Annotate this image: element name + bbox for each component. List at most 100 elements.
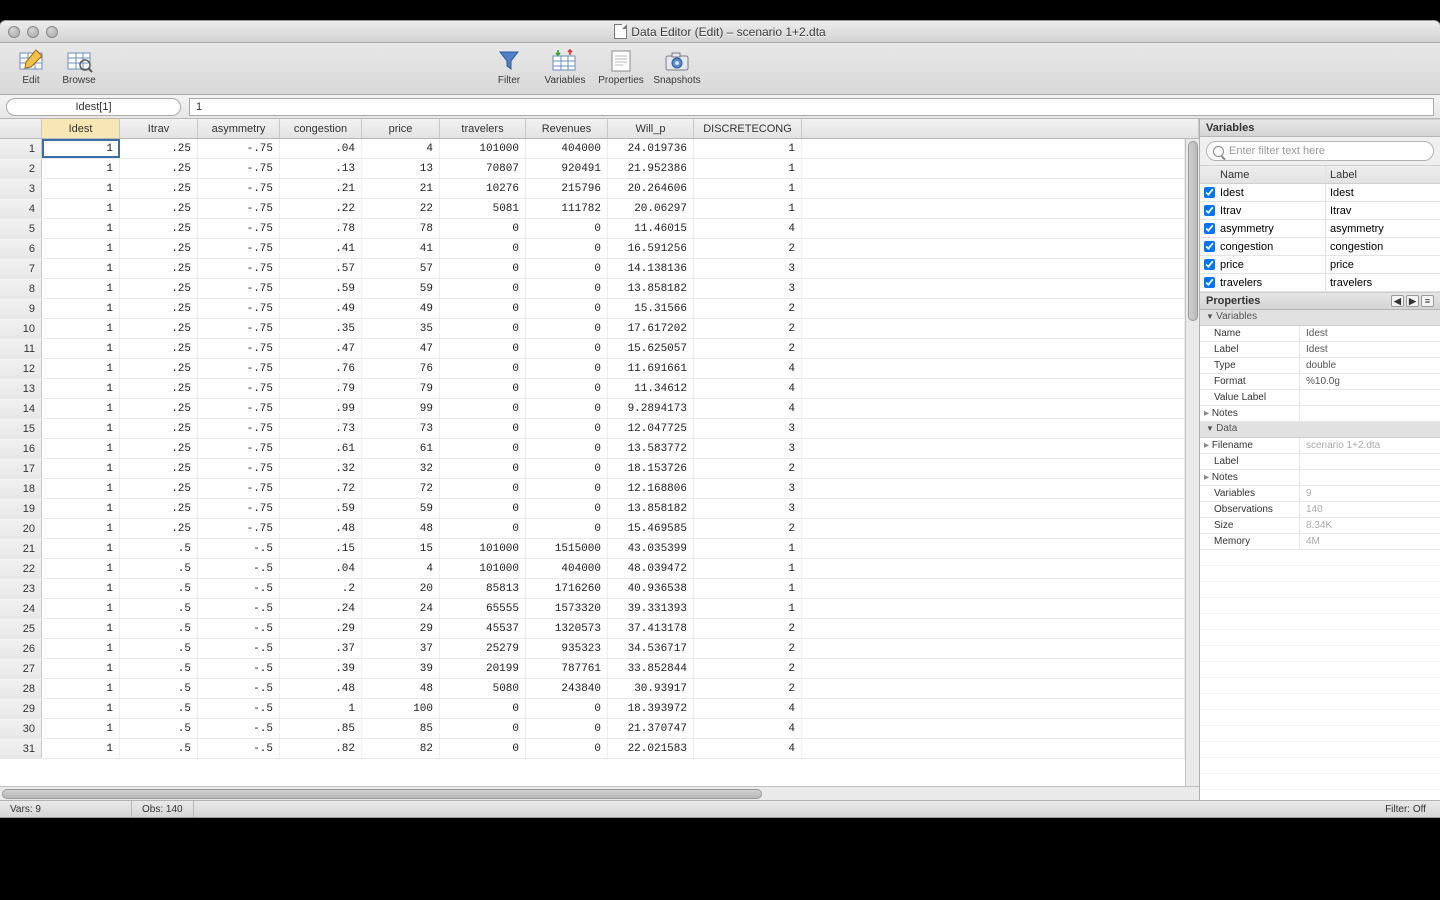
cell[interactable]: 1 bbox=[42, 499, 120, 518]
cell[interactable]: 24 bbox=[362, 599, 440, 618]
variables-manager-button[interactable]: Variables bbox=[542, 47, 588, 93]
cell[interactable]: 0 bbox=[526, 239, 608, 258]
cell[interactable]: 17.617202 bbox=[608, 319, 694, 338]
row-number[interactable]: 10 bbox=[0, 319, 42, 338]
table-row[interactable]: 11.25-.75.04410100040400024.0197361 bbox=[0, 139, 1185, 159]
cell[interactable]: .25 bbox=[120, 419, 198, 438]
cell[interactable]: -.5 bbox=[198, 599, 280, 618]
cell[interactable]: 0 bbox=[440, 439, 526, 458]
cell[interactable]: 1 bbox=[42, 439, 120, 458]
cell[interactable]: 1716260 bbox=[526, 579, 608, 598]
cell[interactable]: 2 bbox=[694, 639, 802, 658]
cell[interactable]: 1 bbox=[42, 459, 120, 478]
cell[interactable]: 32 bbox=[362, 459, 440, 478]
row-number[interactable]: 26 bbox=[0, 639, 42, 658]
cell[interactable]: -.75 bbox=[198, 479, 280, 498]
table-row[interactable]: 71.25-.75.57570014.1381363 bbox=[0, 259, 1185, 279]
cell[interactable]: 0 bbox=[526, 419, 608, 438]
cell[interactable]: -.75 bbox=[198, 259, 280, 278]
cell[interactable]: -.75 bbox=[198, 299, 280, 318]
cell[interactable]: .25 bbox=[120, 199, 198, 218]
property-row[interactable]: Typedouble bbox=[1200, 358, 1440, 374]
table-row[interactable]: 291.5-.511000018.3939724 bbox=[0, 699, 1185, 719]
cell[interactable]: -.75 bbox=[198, 519, 280, 538]
cell[interactable]: 48.039472 bbox=[608, 559, 694, 578]
table-row[interactable]: 311.5-.5.82820022.0215834 bbox=[0, 739, 1185, 759]
cell[interactable]: 78 bbox=[362, 219, 440, 238]
cell[interactable]: .5 bbox=[120, 719, 198, 738]
variable-visibility-checkbox[interactable] bbox=[1204, 187, 1215, 198]
cell[interactable]: 0 bbox=[526, 259, 608, 278]
variable-row[interactable]: IdestIdest bbox=[1200, 184, 1440, 202]
table-row[interactable]: 21.25-.75.13137080792049121.9523861 bbox=[0, 159, 1185, 179]
cell[interactable]: 99 bbox=[362, 399, 440, 418]
cell[interactable]: -.5 bbox=[198, 619, 280, 638]
cell[interactable]: 1 bbox=[42, 419, 120, 438]
cell[interactable]: 0 bbox=[440, 719, 526, 738]
column-header-Revenues[interactable]: Revenues bbox=[526, 119, 608, 138]
property-row[interactable]: LabelIdest bbox=[1200, 342, 1440, 358]
cell[interactable]: 1 bbox=[42, 399, 120, 418]
cell[interactable]: 82 bbox=[362, 739, 440, 758]
grid-body[interactable]: 11.25-.75.04410100040400024.019736121.25… bbox=[0, 139, 1185, 786]
cell[interactable]: -.5 bbox=[198, 639, 280, 658]
cell[interactable]: 0 bbox=[526, 319, 608, 338]
cell[interactable]: 0 bbox=[440, 459, 526, 478]
cell[interactable]: 39.331393 bbox=[608, 599, 694, 618]
cell[interactable]: .15 bbox=[280, 539, 362, 558]
row-number[interactable]: 16 bbox=[0, 439, 42, 458]
cell[interactable]: .5 bbox=[120, 639, 198, 658]
property-row[interactable]: Notes bbox=[1200, 470, 1440, 486]
cell[interactable]: 15.469585 bbox=[608, 519, 694, 538]
cell[interactable]: 1 bbox=[42, 199, 120, 218]
cell[interactable]: 48 bbox=[362, 519, 440, 538]
cell[interactable]: 920491 bbox=[526, 159, 608, 178]
table-row[interactable]: 181.25-.75.72720012.1688063 bbox=[0, 479, 1185, 499]
property-row[interactable]: Filenamescenario 1+2.dta bbox=[1200, 438, 1440, 454]
cell[interactable]: 0 bbox=[440, 259, 526, 278]
cell[interactable]: .5 bbox=[120, 699, 198, 718]
cell[interactable]: -.75 bbox=[198, 239, 280, 258]
row-number[interactable]: 21 bbox=[0, 539, 42, 558]
cell[interactable]: .25 bbox=[120, 399, 198, 418]
row-number[interactable]: 8 bbox=[0, 279, 42, 298]
cell[interactable]: 18.393972 bbox=[608, 699, 694, 718]
cell[interactable]: .47 bbox=[280, 339, 362, 358]
cell[interactable]: 4 bbox=[694, 739, 802, 758]
status-filter[interactable]: Filter: Off bbox=[1375, 801, 1440, 817]
cell[interactable]: 1 bbox=[42, 559, 120, 578]
cell[interactable]: 0 bbox=[526, 299, 608, 318]
cell[interactable]: .59 bbox=[280, 279, 362, 298]
cell[interactable]: 0 bbox=[440, 399, 526, 418]
cell[interactable]: 1 bbox=[42, 359, 120, 378]
close-traffic-light[interactable] bbox=[8, 26, 20, 38]
column-header-Idest[interactable]: Idest bbox=[42, 119, 120, 138]
row-number[interactable]: 20 bbox=[0, 519, 42, 538]
table-row[interactable]: 281.5-.5.4848508024384030.939172 bbox=[0, 679, 1185, 699]
table-row[interactable]: 261.5-.5.37372527993532334.5367172 bbox=[0, 639, 1185, 659]
cell[interactable]: 21.370747 bbox=[608, 719, 694, 738]
cell[interactable]: .41 bbox=[280, 239, 362, 258]
property-row[interactable]: NameIdest bbox=[1200, 326, 1440, 342]
row-number[interactable]: 15 bbox=[0, 419, 42, 438]
cell[interactable]: 1 bbox=[42, 599, 120, 618]
variable-row[interactable]: ItravItrav bbox=[1200, 202, 1440, 220]
cell[interactable]: 0 bbox=[440, 279, 526, 298]
cell[interactable]: -.5 bbox=[198, 679, 280, 698]
cell[interactable]: .85 bbox=[280, 719, 362, 738]
table-row[interactable]: 101.25-.75.35350017.6172022 bbox=[0, 319, 1185, 339]
cell[interactable]: -.75 bbox=[198, 179, 280, 198]
table-row[interactable]: 121.25-.75.76760011.6916614 bbox=[0, 359, 1185, 379]
cell[interactable]: .48 bbox=[280, 679, 362, 698]
property-row[interactable]: Label bbox=[1200, 454, 1440, 470]
cell[interactable]: .25 bbox=[120, 259, 198, 278]
cell[interactable]: 59 bbox=[362, 499, 440, 518]
cell[interactable]: .99 bbox=[280, 399, 362, 418]
cell[interactable]: 2 bbox=[694, 319, 802, 338]
cell[interactable]: 0 bbox=[440, 499, 526, 518]
properties-button[interactable]: Properties bbox=[598, 47, 644, 93]
cell[interactable]: 1 bbox=[42, 539, 120, 558]
table-row[interactable]: 161.25-.75.61610013.5837723 bbox=[0, 439, 1185, 459]
cell[interactable]: 1 bbox=[42, 319, 120, 338]
cell[interactable]: 101000 bbox=[440, 139, 526, 158]
